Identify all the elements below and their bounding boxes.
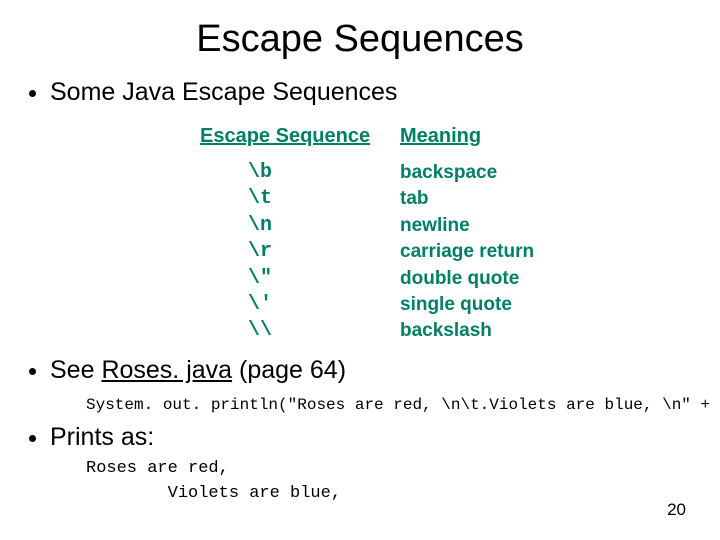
header-escape-sequence: Escape Sequence: [200, 122, 400, 160]
seq-cell: \': [200, 292, 400, 318]
see-prefix: See: [50, 356, 101, 384]
seq-cell: \r: [200, 239, 400, 265]
mean-cell: tab: [400, 186, 590, 212]
bullet-list: Some Java Escape Sequences Escape Sequen…: [28, 75, 692, 506]
output-block: Roses are red, Violets are blue,: [86, 457, 692, 506]
slide-title: Escape Sequences: [28, 18, 692, 61]
bullet-see: See Roses. java (page 64) System. out. p…: [50, 353, 692, 416]
bullet-intro-text: Some Java Escape Sequences: [50, 78, 397, 106]
mean-cell: double quote: [400, 266, 590, 292]
prints-as-label: Prints as:: [50, 423, 154, 451]
slide: Escape Sequences Some Java Escape Sequen…: [0, 0, 720, 540]
code-line: System. out. println("Roses are red, \n\…: [86, 394, 692, 416]
mean-cell: backspace: [400, 160, 590, 186]
see-suffix: (page 64): [232, 356, 346, 384]
seq-cell: \b: [200, 160, 400, 186]
mean-cell: newline: [400, 213, 590, 239]
roses-link[interactable]: Roses. java: [101, 356, 232, 384]
page-number: 20: [667, 500, 686, 520]
escape-table: Escape Sequence Meaning \b backspace \t …: [200, 122, 692, 345]
mean-cell: single quote: [400, 292, 590, 318]
seq-cell: \t: [200, 186, 400, 212]
mean-cell: carriage return: [400, 239, 590, 265]
seq-cell: \\: [200, 318, 400, 344]
seq-cell: \": [200, 266, 400, 292]
bullet-prints-as: Prints as: Roses are red, Violets are bl…: [50, 420, 692, 506]
header-meaning: Meaning: [400, 122, 590, 160]
mean-cell: backslash: [400, 318, 590, 344]
seq-cell: \n: [200, 213, 400, 239]
output-line-2: Violets are blue,: [86, 484, 341, 503]
bullet-intro: Some Java Escape Sequences Escape Sequen…: [50, 75, 692, 345]
output-line-1: Roses are red,: [86, 459, 229, 478]
